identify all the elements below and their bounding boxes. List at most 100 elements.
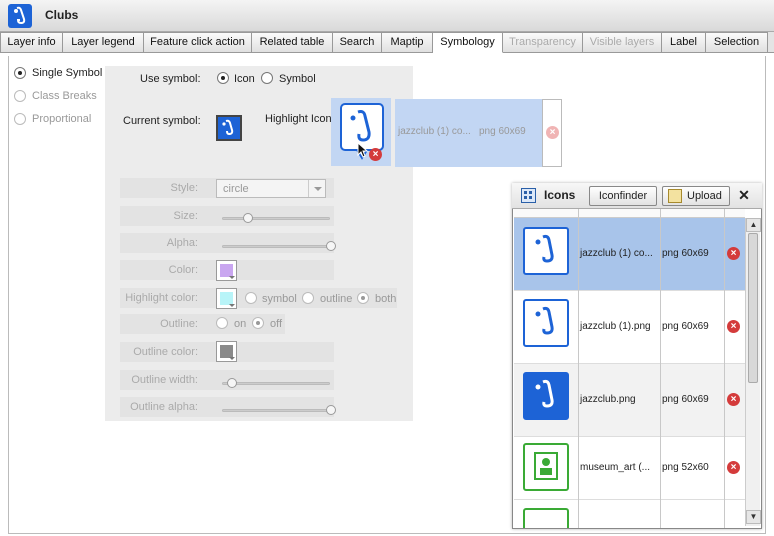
- outline-color-label: Outline color:: [133, 346, 198, 358]
- close-icon[interactable]: ✕: [736, 186, 752, 204]
- highlight-filename: jazzclub (1) co...: [398, 126, 471, 137]
- remove-highlight-icon[interactable]: ×: [369, 148, 382, 161]
- highlight-file-info: jazzclub (1) co... png 60x69: [395, 99, 543, 167]
- grid-icon: [521, 188, 536, 203]
- icon-format: png 60x69: [662, 321, 709, 332]
- museum-marker-icon: [523, 443, 569, 491]
- outline-label: Outline:: [160, 318, 198, 330]
- list-item[interactable]: jazzclub (1).png png 60x69 ×: [514, 291, 745, 364]
- size-slider[interactable]: [222, 217, 330, 220]
- alpha-label: Alpha:: [166, 237, 198, 249]
- size-label: Size:: [173, 210, 198, 222]
- tab-symbology[interactable]: Symbology: [433, 32, 503, 53]
- current-symbol-label: Current symbol:: [123, 115, 201, 127]
- list-item[interactable]: jazzclub (1) co... png 60x69 ×: [514, 218, 745, 291]
- outline-color-picker[interactable]: [216, 341, 237, 362]
- color-label: Color:: [168, 264, 198, 276]
- upload-icon: [668, 189, 682, 203]
- outline-on-radio[interactable]: [216, 317, 228, 329]
- list-item[interactable]: museum_art (... png 52x60 ×: [514, 437, 745, 500]
- tab-layer-legend[interactable]: Layer legend: [63, 32, 144, 53]
- class-breaks-radio[interactable]: [14, 90, 26, 102]
- tab-feature-click-action[interactable]: Feature click action: [144, 32, 252, 53]
- use-symbol-label: Use symbol:: [140, 73, 201, 85]
- use-symbol-option-label: Symbol: [279, 73, 316, 85]
- alpha-slider-thumb[interactable]: [326, 241, 336, 251]
- upload-button[interactable]: Upload: [662, 186, 730, 206]
- outline-width-slider[interactable]: [222, 382, 330, 385]
- icon-format: png 60x69: [662, 248, 709, 259]
- scrollbar-thumb[interactable]: [748, 233, 758, 383]
- highlight-both-label: both: [375, 293, 397, 305]
- highlight-color-label: Highlight color:: [125, 292, 198, 304]
- outline-on-label: on: [234, 318, 247, 330]
- outline-alpha-label: Outline alpha:: [130, 401, 198, 413]
- delete-icon[interactable]: ×: [727, 320, 740, 333]
- icon-filename: museum_art (...: [580, 462, 651, 473]
- proportional-radio[interactable]: [14, 113, 26, 125]
- highlight-symbol-radio[interactable]: [245, 292, 257, 304]
- mouse-cursor-icon: [357, 142, 369, 158]
- delete-icon[interactable]: ×: [727, 393, 740, 406]
- tab-label[interactable]: Label: [662, 32, 706, 53]
- icon-filename: jazzclub.png: [580, 394, 636, 405]
- window-title: Clubs: [45, 8, 79, 22]
- current-symbol-icon[interactable]: [216, 115, 242, 141]
- tab-layer-info[interactable]: Layer info: [0, 32, 63, 53]
- highlight-both-radio[interactable]: [357, 292, 369, 304]
- highlight-file-format: png 60x69: [479, 126, 526, 137]
- saxophone-marker-dark-icon: [523, 372, 569, 420]
- scroll-up-arrow[interactable]: ▲: [746, 218, 761, 232]
- list-item-partial[interactable]: [514, 500, 745, 528]
- iconfinder-button[interactable]: Iconfinder: [589, 186, 657, 206]
- color-picker[interactable]: [216, 260, 237, 281]
- column-divider: [660, 209, 661, 528]
- highlight-symbol-label: symbol: [262, 293, 297, 305]
- single-symbol-radio[interactable]: [14, 67, 26, 79]
- tab-search[interactable]: Search: [333, 32, 382, 53]
- upload-label: Upload: [687, 190, 722, 202]
- size-slider-thumb[interactable]: [243, 213, 253, 223]
- icon-filename: jazzclub (1).png: [580, 321, 651, 332]
- tab-transparency: Transparency: [503, 32, 583, 53]
- outline-width-slider-thumb[interactable]: [227, 378, 237, 388]
- icons-dialog-title: Icons: [544, 188, 576, 202]
- highlight-outline-radio[interactable]: [302, 292, 314, 304]
- delete-icon[interactable]: ×: [727, 461, 740, 474]
- scroll-down-arrow[interactable]: ▼: [746, 510, 761, 524]
- alpha-slider[interactable]: [222, 245, 330, 248]
- icon-filename: jazzclub (1) co...: [580, 248, 653, 259]
- tab-visible-layers: Visible layers: [583, 32, 662, 53]
- tab-selection[interactable]: Selection: [706, 32, 768, 53]
- use-icon-label: Icon: [234, 73, 255, 85]
- highlight-color-picker[interactable]: [216, 288, 237, 309]
- outline-width-label: Outline width:: [131, 374, 198, 386]
- outline-alpha-slider[interactable]: [222, 409, 330, 412]
- use-symbol-radio[interactable]: [261, 72, 273, 84]
- outline-off-radio[interactable]: [252, 317, 264, 329]
- use-icon-radio[interactable]: [217, 72, 229, 84]
- highlight-file-delete-cell: ×: [542, 99, 562, 167]
- style-label: Style:: [170, 182, 198, 194]
- icons-list-header: [514, 209, 745, 218]
- outline-off-label: off: [270, 318, 283, 330]
- delete-icon[interactable]: ×: [546, 126, 559, 139]
- single-symbol-label: Single Symbol: [32, 67, 103, 79]
- layer-icon: [8, 4, 32, 28]
- tab-maptip[interactable]: Maptip: [382, 32, 433, 53]
- style-value: circle: [223, 183, 249, 195]
- column-divider: [724, 209, 725, 528]
- icon-format: png 52x60: [662, 462, 709, 473]
- chevron-down-icon: [308, 180, 325, 197]
- style-select[interactable]: circle: [216, 179, 326, 198]
- delete-icon[interactable]: ×: [727, 247, 740, 260]
- museum-marker-icon: [523, 508, 569, 528]
- tab-related-table[interactable]: Related table: [252, 32, 333, 53]
- class-breaks-label: Class Breaks: [32, 90, 97, 102]
- list-item[interactable]: jazzclub.png png 60x69 ×: [514, 364, 745, 437]
- saxophone-marker-icon: [523, 227, 569, 275]
- outline-alpha-slider-thumb[interactable]: [326, 405, 336, 415]
- column-divider: [578, 209, 579, 528]
- tab-bar: Layer info Layer legend Feature click ac…: [0, 32, 774, 53]
- highlight-icon-label: Highlight Icon: [265, 113, 332, 125]
